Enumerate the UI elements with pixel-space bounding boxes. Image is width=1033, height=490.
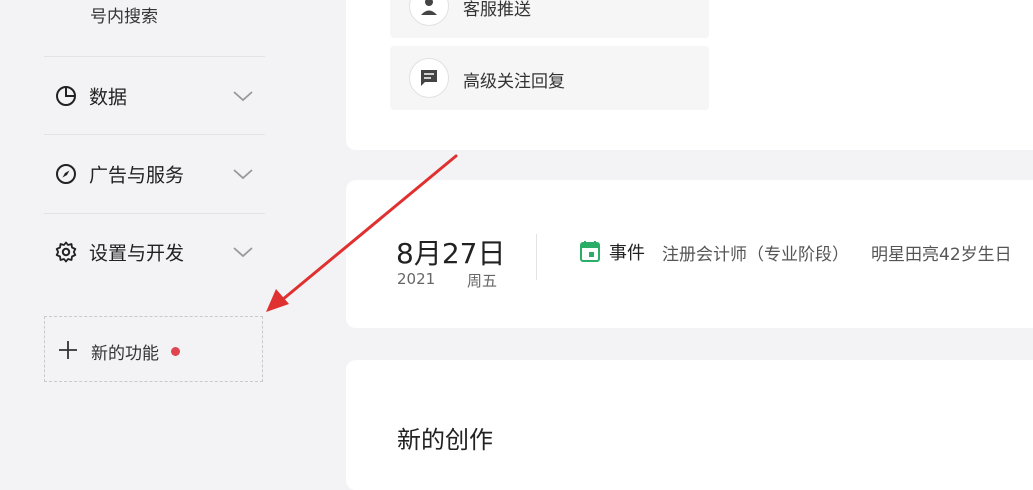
- compass-icon: [56, 164, 76, 184]
- sidebar-item-label: 设置与开发: [89, 242, 185, 265]
- advanced-follow-reply-item[interactable]: 高级关注回复: [390, 46, 709, 110]
- sidebar-item-ads-services[interactable]: 广告与服务: [44, 144, 265, 204]
- sidebar-item-label: 广告与服务: [89, 164, 185, 187]
- sidebar: 号内搜索 数据 广告与服务 设置与开发 新的功能: [0, 0, 310, 462]
- calendar-icon: [580, 241, 600, 262]
- notification-dot: [171, 347, 180, 356]
- gear-icon: [55, 241, 77, 263]
- chevron-down-icon[interactable]: [232, 89, 254, 103]
- date-label: 8月27日: [396, 237, 506, 270]
- plus-icon: [59, 341, 77, 359]
- new-feature-button[interactable]: 新的功能: [44, 316, 263, 382]
- divider: [44, 134, 265, 135]
- message-icon: [409, 58, 449, 98]
- divider: [536, 234, 537, 280]
- divider: [44, 56, 265, 57]
- sidebar-item-search[interactable]: 号内搜索: [90, 2, 158, 27]
- sidebar-item-data[interactable]: 数据: [44, 66, 265, 126]
- pie-chart-icon: [56, 86, 76, 106]
- customer-service-push-item[interactable]: 客服推送: [390, 0, 709, 38]
- create-title: 新的创作: [397, 426, 493, 454]
- year-label: 2021: [397, 270, 436, 288]
- divider: [44, 213, 265, 214]
- event-item[interactable]: 明星田亮42岁生日: [871, 240, 1012, 265]
- customer-service-icon: [409, 0, 449, 26]
- sidebar-item-settings-dev[interactable]: 设置与开发: [44, 222, 265, 282]
- sidebar-item-label: 数据: [89, 86, 128, 109]
- event-title: 事件: [609, 243, 645, 264]
- event-item[interactable]: 注册会计师（专业阶段）: [662, 240, 849, 265]
- advanced-follow-reply-label: 高级关注回复: [463, 72, 565, 92]
- customer-service-push-label: 客服推送: [463, 0, 531, 20]
- weekday-label: 周五: [467, 272, 498, 290]
- chevron-down-icon[interactable]: [232, 167, 254, 181]
- new-feature-label: 新的功能: [91, 344, 159, 364]
- chevron-down-icon[interactable]: [232, 245, 254, 259]
